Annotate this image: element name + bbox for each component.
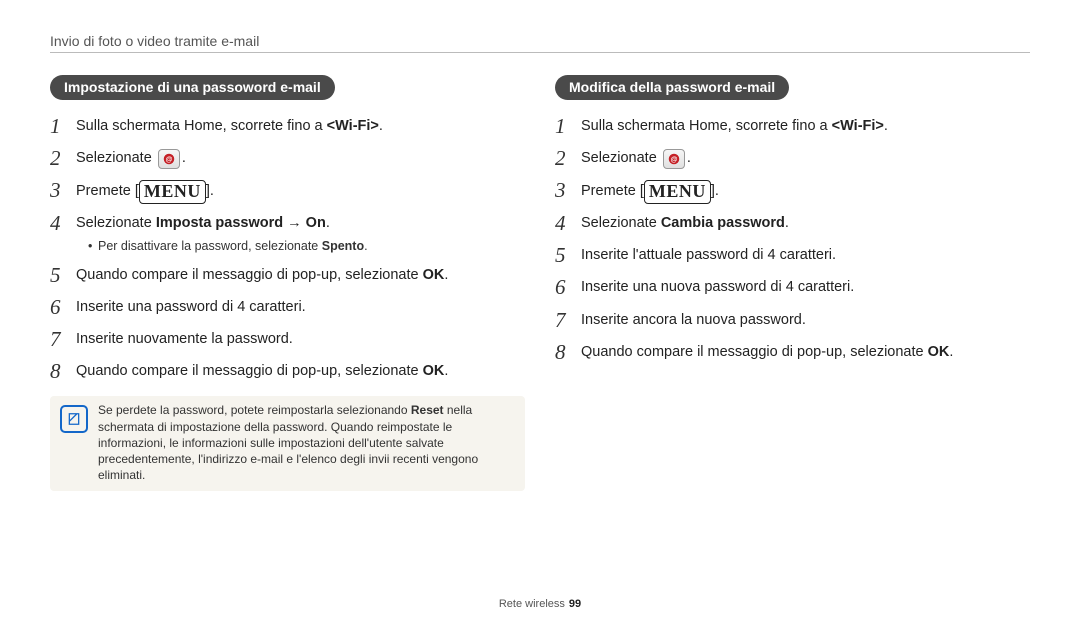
note-icon: [60, 405, 88, 433]
step-text: Inserite nuovamente la password.: [76, 327, 293, 351]
step-7: 7 Inserite ancora la nuova password.: [555, 308, 1030, 333]
step-number: 6: [50, 295, 76, 320]
svg-text:@: @: [165, 157, 172, 164]
step-text: Inserite ancora la nuova password.: [581, 308, 806, 332]
step-8: 8 Quando compare il messaggio di pop-up,…: [50, 359, 525, 384]
footer-section: Rete wireless: [499, 598, 565, 610]
step-number: 8: [50, 359, 76, 384]
step-text: Premete [MENU].: [581, 178, 719, 204]
page: Invio di foto o video tramite e-mail Imp…: [0, 0, 1080, 630]
section-heading-right: Modifica della password e-mail: [555, 75, 789, 100]
step-text: Selezionate Cambia password.: [581, 211, 789, 235]
left-column: Impostazione di una passoword e-mail 1 S…: [50, 75, 525, 491]
steps-right: 1 Sulla schermata Home, scorrete fino a …: [555, 114, 1030, 365]
email-icon: @: [663, 149, 685, 169]
email-icon: @: [158, 149, 180, 169]
section-heading-left: Impostazione di una passoword e-mail: [50, 75, 335, 100]
step-2: 2 Selezionate @ .: [555, 146, 1030, 171]
step-number: 1: [555, 114, 581, 139]
step-1: 1 Sulla schermata Home, scorrete fino a …: [50, 114, 525, 139]
step-number: 3: [555, 178, 581, 203]
menu-button-chip: MENU: [644, 180, 711, 204]
columns: Impostazione di una passoword e-mail 1 S…: [50, 75, 1030, 491]
step-number: 1: [50, 114, 76, 139]
step-1: 1 Sulla schermata Home, scorrete fino a …: [555, 114, 1030, 139]
note-text: Se perdete la password, potete reimposta…: [98, 402, 515, 483]
step-text: Inserite l'attuale password di 4 caratte…: [581, 243, 836, 267]
step-text: Sulla schermata Home, scorrete fino a <W…: [76, 114, 383, 138]
step-2: 2 Selezionate @ .: [50, 146, 525, 171]
step-3: 3 Premete [MENU].: [555, 178, 1030, 204]
step-text: Inserite una nuova password di 4 caratte…: [581, 275, 854, 299]
menu-button-chip: MENU: [139, 180, 206, 204]
step-7: 7 Inserite nuovamente la password.: [50, 327, 525, 352]
step-text: Inserite una password di 4 caratteri.: [76, 295, 306, 319]
step-number: 7: [555, 308, 581, 333]
step-number: 4: [555, 211, 581, 236]
step-text: Selezionate @ .: [581, 146, 691, 170]
step-number: 5: [50, 263, 76, 288]
page-number: 99: [569, 598, 581, 610]
step-text: Quando compare il messaggio di pop-up, s…: [76, 359, 448, 383]
page-title: Invio di foto o video tramite e-mail: [50, 33, 1030, 49]
step-number: 7: [50, 327, 76, 352]
step-number: 3: [50, 178, 76, 203]
right-column: Modifica della password e-mail 1 Sulla s…: [555, 75, 1030, 491]
step-4: 4 Selezionate Imposta password → On. Per…: [50, 211, 525, 256]
step-text: Selezionate @ .: [76, 146, 186, 170]
step-5: 5 Quando compare il messaggio di pop-up,…: [50, 263, 525, 288]
svg-text:@: @: [670, 157, 677, 164]
step-number: 2: [50, 146, 76, 171]
step-4: 4 Selezionate Cambia password.: [555, 211, 1030, 236]
step-5: 5 Inserite l'attuale password di 4 carat…: [555, 243, 1030, 268]
step-text: Quando compare il messaggio di pop-up, s…: [581, 340, 953, 364]
step-number: 6: [555, 275, 581, 300]
step-text: Sulla schermata Home, scorrete fino a <W…: [581, 114, 888, 138]
step-6: 6 Inserite una password di 4 caratteri.: [50, 295, 525, 320]
divider: [50, 52, 1030, 53]
step-number: 5: [555, 243, 581, 268]
step-text: Quando compare il messaggio di pop-up, s…: [76, 263, 448, 287]
step-8: 8 Quando compare il messaggio di pop-up,…: [555, 340, 1030, 365]
step-3: 3 Premete [MENU].: [50, 178, 525, 204]
step-6: 6 Inserite una nuova password di 4 carat…: [555, 275, 1030, 300]
step-number: 2: [555, 146, 581, 171]
step-text: Premete [MENU].: [76, 178, 214, 204]
step-sub-bullet: Per disattivare la password, selezionate…: [88, 237, 368, 256]
step-number: 8: [555, 340, 581, 365]
page-footer: Rete wireless 99: [0, 598, 1080, 610]
step-number: 4: [50, 211, 76, 236]
step-text: Selezionate Imposta password → On. Per d…: [76, 211, 368, 256]
steps-left: 1 Sulla schermata Home, scorrete fino a …: [50, 114, 525, 384]
note-box: Se perdete la password, potete reimposta…: [50, 396, 525, 491]
